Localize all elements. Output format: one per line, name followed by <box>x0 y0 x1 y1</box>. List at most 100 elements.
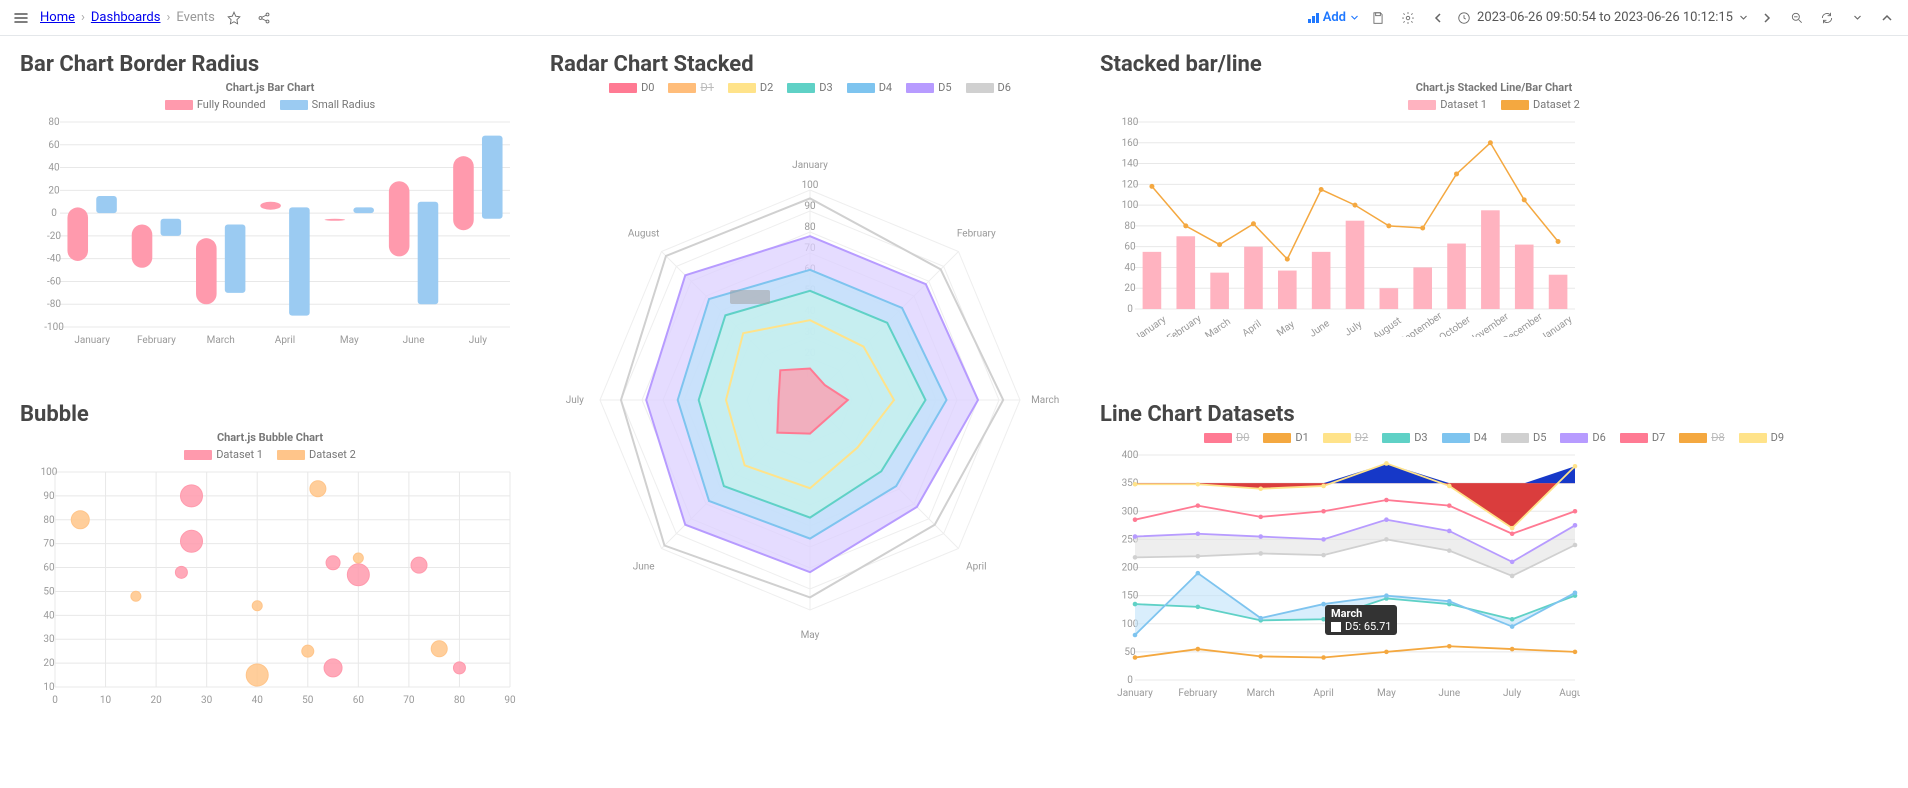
panel-radar-stacked: Radar Chart Stacked D0D1D2D3D4D5D6 Janua… <box>540 46 1080 736</box>
svg-text:180: 180 <box>1122 117 1139 128</box>
legend-item[interactable]: D6 <box>1560 431 1605 444</box>
legend-item[interactable]: D2 <box>728 81 773 94</box>
legend-item[interactable]: Fully Rounded <box>165 98 266 111</box>
legend-item[interactable]: D2 <box>1323 431 1368 444</box>
legend-item[interactable]: Dataset 2 <box>1501 98 1580 111</box>
svg-text:40: 40 <box>48 163 60 174</box>
svg-text:-40: -40 <box>47 254 61 265</box>
svg-text:March: March <box>1031 395 1059 406</box>
svg-text:June: June <box>403 335 425 346</box>
legend-item[interactable]: Dataset 1 <box>1408 98 1487 111</box>
svg-text:80: 80 <box>454 695 466 706</box>
svg-text:80: 80 <box>804 222 816 233</box>
legend-item[interactable]: Dataset 1 <box>184 448 263 461</box>
chart-plot[interactable]: 020406080100120140160180JanuaryFebruaryM… <box>1100 117 1888 337</box>
chart-legend: Dataset 1 Dataset 2 <box>20 448 520 461</box>
svg-text:February: February <box>1178 688 1217 699</box>
breadcrumb-current: Events <box>176 10 214 25</box>
legend-item[interactable]: Dataset 2 <box>277 448 356 461</box>
svg-text:0: 0 <box>1127 675 1133 686</box>
dashboard-grid: Bar Chart Border Radius Chart.js Bar Cha… <box>0 36 1908 746</box>
zoom-out-icon[interactable] <box>1786 7 1808 29</box>
legend-item[interactable]: D1 <box>1263 431 1308 444</box>
legend-item[interactable]: D4 <box>847 81 892 94</box>
svg-text:60: 60 <box>48 140 60 151</box>
legend-item[interactable]: D0 <box>1204 431 1249 444</box>
svg-text:70: 70 <box>43 539 55 550</box>
legend-item[interactable]: D0 <box>609 81 654 94</box>
svg-text:May: May <box>801 630 820 641</box>
share-icon[interactable] <box>253 7 275 29</box>
chart-plot[interactable]: -100-80-60-40-20020406080JanuaryFebruary… <box>20 117 520 347</box>
breadcrumb-home[interactable]: Home <box>40 10 75 25</box>
next-range-icon[interactable] <box>1756 7 1778 29</box>
svg-text:140: 140 <box>1122 159 1139 170</box>
svg-text:0: 0 <box>51 208 57 219</box>
legend-item[interactable]: D7 <box>1620 431 1665 444</box>
chart-plot[interactable]: 050100150200250300350400JanuaryFebruaryM… <box>1100 450 1888 700</box>
refresh-dropdown-icon[interactable] <box>1846 7 1868 29</box>
svg-text:August: August <box>1371 315 1403 337</box>
svg-text:80: 80 <box>1124 221 1136 232</box>
chart-plot[interactable]: January102030405060708090100FebruaryMarc… <box>550 100 1070 660</box>
chart-plot[interactable]: 1020304050607080901000102030405060708090 <box>20 467 520 707</box>
menu-icon[interactable] <box>10 7 32 29</box>
svg-text:20: 20 <box>48 185 60 196</box>
svg-text:-60: -60 <box>47 276 61 287</box>
svg-text:-100: -100 <box>44 322 64 333</box>
svg-text:300: 300 <box>1122 506 1139 517</box>
svg-text:September: September <box>1398 310 1445 337</box>
svg-text:January: January <box>74 335 110 346</box>
svg-text:30: 30 <box>43 634 55 645</box>
gear-icon[interactable] <box>1397 7 1419 29</box>
panel-title: Bubble <box>20 402 520 427</box>
legend-item[interactable]: Small Radius <box>280 98 376 111</box>
svg-text:February: February <box>957 229 996 240</box>
prev-range-icon[interactable] <box>1427 7 1449 29</box>
svg-text:June: June <box>1438 688 1460 699</box>
svg-text:400: 400 <box>1122 450 1139 461</box>
legend-item[interactable]: D5 <box>906 81 951 94</box>
svg-text:March: March <box>1247 688 1275 699</box>
save-icon[interactable] <box>1367 7 1389 29</box>
svg-text:120: 120 <box>1122 179 1139 190</box>
chart-legend: D0 D1 D2 D3 D4 D5 D6 D7 D8 D9 <box>1100 431 1888 444</box>
svg-text:90: 90 <box>504 695 516 706</box>
legend-item[interactable]: D9 <box>1739 431 1784 444</box>
svg-text:160: 160 <box>1122 138 1139 149</box>
svg-text:May: May <box>340 335 359 346</box>
svg-text:10: 10 <box>43 682 55 693</box>
chart-legend: Fully Rounded Small Radius <box>20 98 520 111</box>
chart-title: Chart.js Bar Chart <box>20 81 520 94</box>
legend-item[interactable]: D1 <box>668 81 713 94</box>
panel-bubble: Bubble Chart.js Bubble Chart Dataset 1Da… <box>10 396 530 736</box>
legend-item[interactable]: D8 <box>1679 431 1724 444</box>
svg-text:20: 20 <box>1124 283 1136 294</box>
panel-stacked-bar-line: Stacked bar/line Chart.js Stacked Line/B… <box>1090 46 1898 386</box>
add-label: Add <box>1323 10 1346 25</box>
svg-text:20: 20 <box>150 695 162 706</box>
tooltip-stub <box>730 290 770 304</box>
collapse-icon[interactable] <box>1876 7 1898 29</box>
legend-item[interactable]: D5 <box>1501 431 1546 444</box>
svg-text:0: 0 <box>1127 304 1133 315</box>
refresh-icon[interactable] <box>1816 7 1838 29</box>
legend-item[interactable]: D3 <box>787 81 832 94</box>
legend-item[interactable]: D6 <box>966 81 1011 94</box>
legend-item[interactable]: D3 <box>1382 431 1427 444</box>
star-icon[interactable] <box>223 7 245 29</box>
time-range-picker[interactable]: 2023-06-26 09:50:54 to 2023-06-26 10:12:… <box>1457 10 1748 25</box>
svg-text:January: January <box>792 160 828 171</box>
svg-text:July: July <box>1503 688 1521 699</box>
legend-item[interactable]: D4 <box>1442 431 1487 444</box>
chart-legend: Dataset 1 Dataset 2 <box>1100 98 1888 111</box>
chart-title: Chart.js Bubble Chart <box>20 431 520 444</box>
svg-text:June: June <box>1308 318 1332 337</box>
svg-text:20: 20 <box>43 658 55 669</box>
add-button[interactable]: Add <box>1307 10 1359 25</box>
breadcrumb-dashboards[interactable]: Dashboards <box>91 10 161 25</box>
time-range-label: 2023-06-26 09:50:54 to 2023-06-26 10:12:… <box>1477 10 1733 25</box>
svg-text:-80: -80 <box>47 299 61 310</box>
svg-text:October: October <box>1437 314 1473 337</box>
svg-text:July: July <box>469 335 487 346</box>
